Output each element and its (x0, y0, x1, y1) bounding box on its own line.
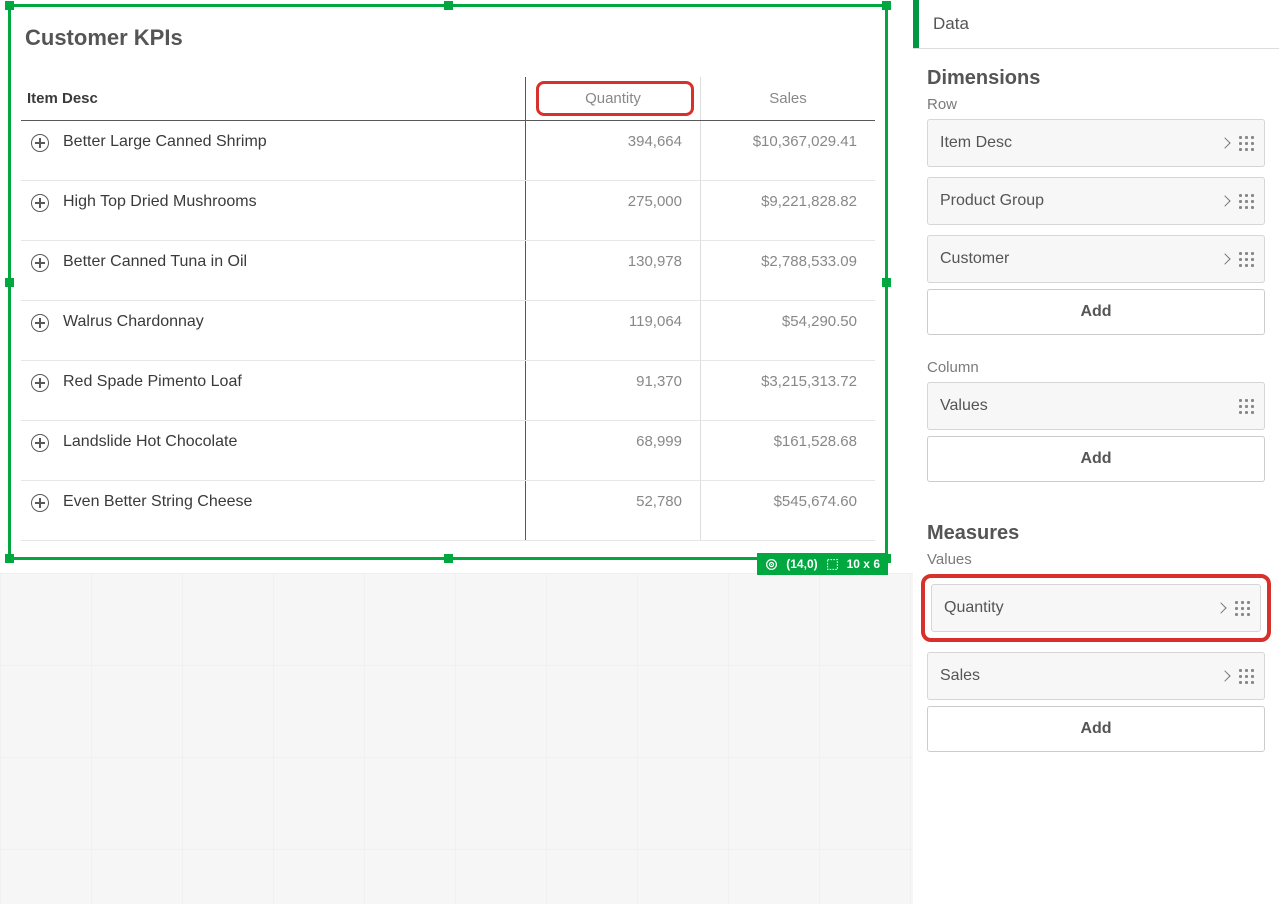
sales-cell: $54,290.50 (700, 301, 875, 360)
column-header-item[interactable]: Item Desc (21, 90, 525, 107)
drag-handle-icon[interactable] (1239, 252, 1254, 267)
drag-handle-icon[interactable] (1235, 601, 1250, 616)
item-desc-cell: Even Better String Cheese (63, 493, 252, 511)
dimension-pill-label: Product Group (940, 192, 1044, 210)
dimension-pill-label: Customer (940, 250, 1009, 268)
sales-cell: $9,221,828.82 (700, 181, 875, 240)
measure-pill-label: Quantity (944, 599, 1004, 617)
measure-pill-label: Sales (940, 667, 980, 685)
resize-handle[interactable] (882, 278, 891, 287)
tab-data[interactable]: Data (913, 0, 987, 48)
sales-cell: $545,674.60 (700, 481, 875, 540)
target-icon (765, 558, 778, 571)
dimensions-heading: Dimensions (913, 49, 1279, 92)
drag-handle-icon[interactable] (1239, 399, 1254, 414)
resize-handle[interactable] (882, 1, 891, 10)
size-icon (826, 558, 839, 571)
add-column-dimension-button[interactable]: Add (927, 436, 1265, 482)
resize-handle[interactable] (444, 1, 453, 10)
column-header-sales[interactable]: Sales (700, 77, 875, 120)
chevron-right-icon (1219, 253, 1230, 264)
expand-icon[interactable] (31, 254, 49, 272)
sheet-canvas[interactable]: Customer KPIs Item Desc Quantity Sales B… (0, 0, 913, 904)
quantity-cell: 119,064 (525, 301, 700, 360)
quantity-cell: 91,370 (525, 361, 700, 420)
item-desc-cell: Better Large Canned Shrimp (63, 133, 267, 151)
drag-handle-icon[interactable] (1239, 669, 1254, 684)
chevron-right-icon (1215, 602, 1226, 613)
table-row[interactable]: High Top Dried Mushrooms 275,000$9,221,82… (21, 181, 875, 241)
quantity-cell: 52,780 (525, 481, 700, 540)
sales-cell: $3,215,313.72 (700, 361, 875, 420)
drag-handle-icon[interactable] (1239, 194, 1254, 209)
item-desc-cell: Better Canned Tuna in Oil (63, 253, 247, 271)
pivot-header-row: Item Desc Quantity Sales (21, 77, 875, 121)
expand-icon[interactable] (31, 134, 49, 152)
selection-pos: (14,0) (786, 557, 817, 571)
quantity-cell: 394,664 (525, 121, 700, 180)
viz-title: Customer KPIs (11, 7, 885, 61)
dimension-pill[interactable]: Values (927, 382, 1265, 430)
table-row[interactable]: Better Canned Tuna in Oil 130,978$2,788,5… (21, 241, 875, 301)
drag-handle-icon[interactable] (1239, 136, 1254, 151)
column-header-quantity-label: Quantity (585, 90, 641, 107)
sales-cell: $10,367,029.41 (700, 121, 875, 180)
add-row-dimension-button[interactable]: Add (927, 289, 1265, 335)
quantity-cell: 68,999 (525, 421, 700, 480)
table-row[interactable]: Walrus Chardonnay 119,064$54,290.50 (21, 301, 875, 361)
column-header-quantity[interactable]: Quantity (525, 77, 700, 120)
chevron-right-icon (1219, 137, 1230, 148)
quantity-cell: 130,978 (525, 241, 700, 300)
item-desc-cell: High Top Dried Mushrooms (63, 193, 257, 211)
table-row[interactable]: Landslide Hot Chocolate 68,999$161,528.68 (21, 421, 875, 481)
sales-cell: $2,788,533.09 (700, 241, 875, 300)
row-subheading: Row (913, 92, 1279, 119)
add-measure-button[interactable]: Add (927, 706, 1265, 752)
resize-handle[interactable] (5, 554, 14, 563)
dimension-pill-label: Item Desc (940, 134, 1012, 152)
expand-icon[interactable] (31, 194, 49, 212)
measures-heading: Measures (913, 482, 1279, 547)
canvas-grid (0, 573, 913, 904)
table-row[interactable]: Better Large Canned Shrimp 394,664$10,367… (21, 121, 875, 181)
chevron-right-icon (1219, 670, 1230, 681)
property-panel: Data Dimensions Row Item Desc Product Gro… (913, 0, 1283, 904)
measure-pill-quantity[interactable]: Quantity (931, 584, 1261, 632)
column-subheading: Column (913, 335, 1279, 382)
selection-size: 10 x 6 (847, 557, 880, 571)
quantity-cell: 275,000 (525, 181, 700, 240)
item-desc-cell: Red Spade Pimento Loaf (63, 373, 242, 391)
highlight-box: Quantity (921, 574, 1271, 642)
resize-handle[interactable] (5, 1, 14, 10)
dimension-pill[interactable]: Customer (927, 235, 1265, 283)
item-desc-cell: Landslide Hot Chocolate (63, 433, 237, 451)
values-subheading: Values (913, 547, 1279, 574)
dimension-pill[interactable]: Product Group (927, 177, 1265, 225)
resize-handle[interactable] (444, 554, 453, 563)
pivot-table-object[interactable]: Customer KPIs Item Desc Quantity Sales B… (8, 4, 888, 560)
measure-pill-sales[interactable]: Sales (927, 652, 1265, 700)
sales-cell: $161,528.68 (700, 421, 875, 480)
item-desc-cell: Walrus Chardonnay (63, 313, 204, 331)
expand-icon[interactable] (31, 494, 49, 512)
chevron-right-icon (1219, 195, 1230, 206)
dimension-pill-label: Values (940, 397, 988, 415)
table-row[interactable]: Even Better String Cheese 52,780$545,674.… (21, 481, 875, 541)
expand-icon[interactable] (31, 434, 49, 452)
selection-badge: (14,0) 10 x 6 (757, 553, 888, 575)
dimension-pill[interactable]: Item Desc (927, 119, 1265, 167)
table-row[interactable]: Red Spade Pimento Loaf 91,370$3,215,313.7… (21, 361, 875, 421)
expand-icon[interactable] (31, 314, 49, 332)
resize-handle[interactable] (5, 278, 14, 287)
expand-icon[interactable] (31, 374, 49, 392)
